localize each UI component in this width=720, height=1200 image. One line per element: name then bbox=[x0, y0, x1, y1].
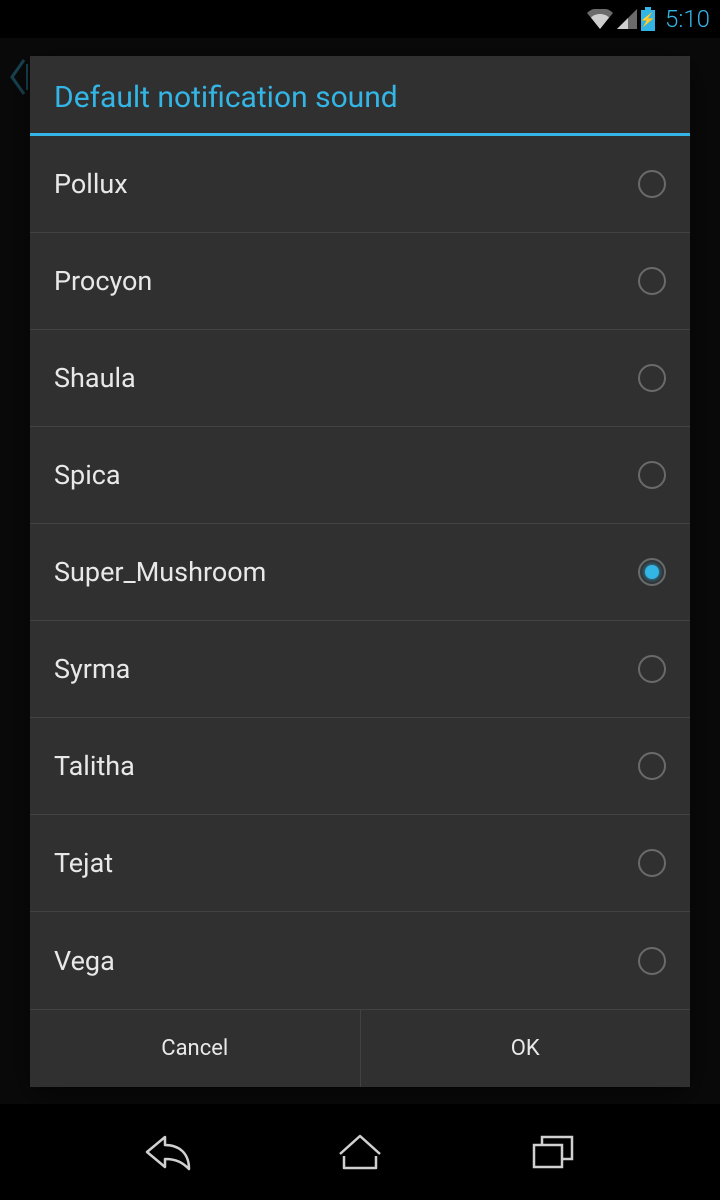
status-bar: ⚡ 5:10 bbox=[0, 0, 720, 38]
navigation-bar bbox=[0, 1104, 720, 1200]
ok-button[interactable]: OK bbox=[361, 1010, 691, 1087]
sound-item[interactable]: Talitha bbox=[30, 718, 690, 815]
sound-item[interactable]: Shaula bbox=[30, 330, 690, 427]
radio-button[interactable] bbox=[638, 170, 666, 198]
sound-label: Vega bbox=[54, 945, 115, 977]
radio-button[interactable] bbox=[638, 655, 666, 683]
wifi-icon bbox=[587, 9, 613, 29]
radio-button[interactable] bbox=[638, 947, 666, 975]
sound-label: Tejat bbox=[54, 847, 113, 879]
sound-item[interactable]: Tejat bbox=[30, 815, 690, 912]
nav-recent-button[interactable] bbox=[513, 1122, 593, 1182]
sound-label: Super_Mushroom bbox=[54, 556, 266, 588]
radio-button[interactable] bbox=[638, 267, 666, 295]
sound-item[interactable]: Super_Mushroom bbox=[30, 524, 690, 621]
radio-button[interactable] bbox=[638, 752, 666, 780]
dialog-title: Default notification sound bbox=[54, 80, 666, 115]
dialog-header: Default notification sound bbox=[30, 56, 690, 136]
radio-button[interactable] bbox=[638, 364, 666, 392]
radio-button[interactable] bbox=[638, 849, 666, 877]
cell-signal-icon bbox=[617, 9, 637, 29]
sound-item[interactable]: Spica bbox=[30, 427, 690, 524]
nav-back-button[interactable] bbox=[127, 1122, 207, 1182]
sound-item[interactable]: Syrma bbox=[30, 621, 690, 718]
radio-button[interactable] bbox=[638, 461, 666, 489]
back-chevron-icon bbox=[6, 56, 32, 102]
notification-sound-dialog: Default notification sound Pollux Procyon… bbox=[30, 56, 690, 1087]
sound-item[interactable]: Vega bbox=[30, 912, 690, 1009]
sound-label: Spica bbox=[54, 459, 121, 491]
sound-label: Procyon bbox=[54, 265, 152, 297]
sound-list[interactable]: Pollux Procyon Shaula Spica Super_Mushroom Sy… bbox=[30, 136, 690, 1009]
dialog-buttons: Cancel OK bbox=[30, 1009, 690, 1087]
sound-label: Pollux bbox=[54, 168, 128, 200]
sound-label: Shaula bbox=[54, 362, 136, 394]
cancel-button[interactable]: Cancel bbox=[30, 1010, 361, 1087]
sound-item[interactable]: Procyon bbox=[30, 233, 690, 330]
nav-home-button[interactable] bbox=[320, 1122, 400, 1182]
battery-charging-icon: ⚡ bbox=[641, 7, 655, 31]
radio-button[interactable] bbox=[638, 558, 666, 586]
sound-item[interactable]: Pollux bbox=[30, 136, 690, 233]
status-clock: 5:10 bbox=[665, 5, 710, 33]
sound-label: Syrma bbox=[54, 653, 130, 685]
sound-label: Talitha bbox=[54, 750, 135, 782]
